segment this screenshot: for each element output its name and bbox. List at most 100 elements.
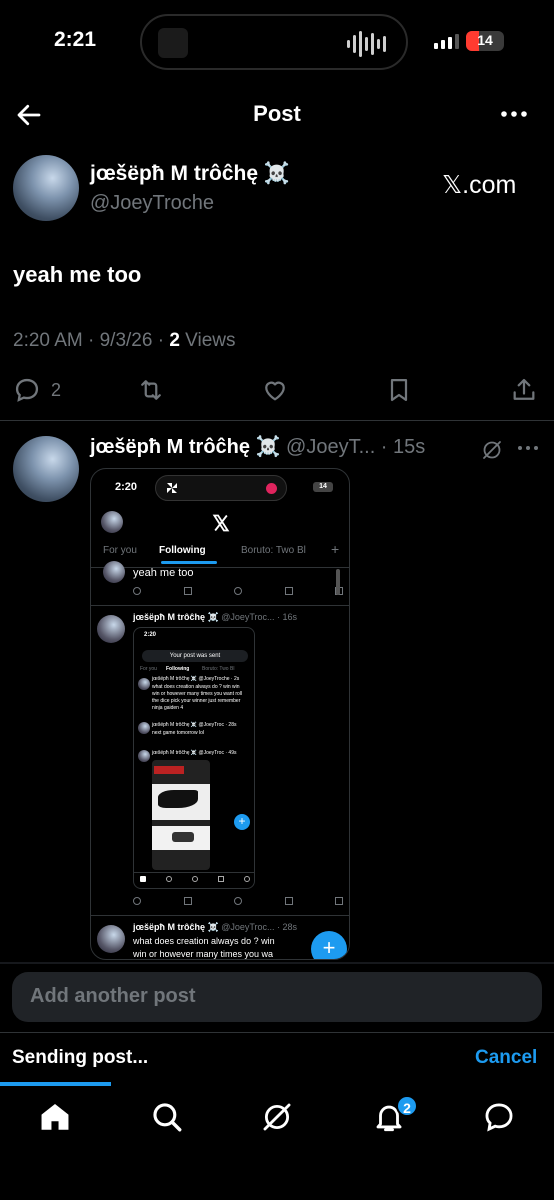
media-tab-add: + xyxy=(331,541,340,557)
like-icon[interactable] xyxy=(260,376,290,404)
nested-tab-1: For you xyxy=(140,666,157,672)
media-row2-avatar xyxy=(97,925,125,953)
reply-header: jœšëpħ M trôĉhę ☠️ @JoeyT... · 15s xyxy=(90,434,425,459)
media-dynamic-island xyxy=(155,475,287,501)
views-count: 2 xyxy=(169,330,180,351)
views-label: Views xyxy=(179,330,236,351)
reply-icon xyxy=(15,378,39,402)
media-row1-name: jœšëpħ M trôĉhę ☠️ xyxy=(133,612,219,622)
nested-divider xyxy=(134,872,254,873)
repost-icon[interactable] xyxy=(136,376,166,404)
nested-video-thumbnail xyxy=(152,760,210,870)
reply-button[interactable]: 2 xyxy=(13,376,61,404)
media-tab-following: Following xyxy=(159,545,206,556)
composer-divider xyxy=(0,962,554,964)
home-icon[interactable] xyxy=(38,1100,72,1134)
cancel-button[interactable]: Cancel xyxy=(475,1047,537,1069)
share-icon[interactable] xyxy=(510,376,538,404)
media-divider xyxy=(91,915,349,916)
author-display-name[interactable]: jœšëpħ M trôĉhę ☠️ xyxy=(90,162,290,186)
media-status-time: 2:20 xyxy=(115,481,138,493)
more-options-icon[interactable] xyxy=(498,104,530,124)
divider xyxy=(0,1032,554,1033)
media-row2-header: jœšëpħ M trôĉhę ☠️ @JoeyTroc... · 28s xyxy=(133,922,297,933)
reply-author-handle[interactable]: @JoeyT... xyxy=(286,436,375,458)
nested-toast: Your post was sent xyxy=(142,650,248,662)
post-metadata: 2:20 AM · 9/3/26 · 2 Views xyxy=(13,330,236,352)
media-quoted-text: yeah me too xyxy=(133,567,194,579)
media-tab-for-you: For you xyxy=(103,545,137,556)
media-divider xyxy=(91,567,349,568)
media-tab-boruto: Boruto: Two Bl xyxy=(241,545,306,556)
media-scrollbar xyxy=(336,569,340,595)
battery-percent: 14 xyxy=(477,32,493,48)
media-row1-avatar xyxy=(97,615,125,643)
divider xyxy=(0,420,554,421)
post-timestamp: 2:20 AM · 9/3/26 · xyxy=(13,330,170,351)
reply-author-name[interactable]: jœšëpħ M trôĉhę ☠️ xyxy=(90,436,280,458)
nested-post1-meta: jœšëpħ M trôĉhę ☠️ @JoeyTroche · 2s xyxy=(152,676,240,682)
grok-icon[interactable] xyxy=(480,438,504,462)
xcom-source-badge[interactable]: 𝕏.com xyxy=(442,170,516,200)
author-handle[interactable]: @JoeyTroche xyxy=(90,192,214,215)
media-thumbnail xyxy=(158,28,188,58)
status-time: 2:21 xyxy=(54,28,97,51)
nested-avatar xyxy=(138,678,150,690)
avatar[interactable] xyxy=(13,155,79,221)
nested-video-banner xyxy=(154,766,184,774)
notifications-badge: 2 xyxy=(396,1095,418,1117)
media-row1-meta: @JoeyTroc... · 16s xyxy=(221,612,298,622)
bookmark-icon[interactable] xyxy=(385,376,413,404)
messages-icon[interactable] xyxy=(482,1100,516,1134)
nested-tab-2: Following xyxy=(166,666,190,672)
media-row1-header: jœšëpħ M trôĉhę ☠️ @JoeyTroc... · 16s xyxy=(133,612,297,623)
reply-age: 15s xyxy=(393,436,426,458)
sending-progress-bar xyxy=(0,1082,111,1086)
audio-waveform-icon xyxy=(347,30,386,58)
media-tab-indicator xyxy=(161,561,217,564)
nested-post1-line: the dice pick your winner just remember xyxy=(152,698,241,704)
reply-separator: · xyxy=(375,436,394,458)
media-row2-meta: @JoeyTroc... · 28s xyxy=(221,922,298,932)
grok-tab-icon[interactable] xyxy=(260,1100,294,1134)
post-media-screenshot[interactable]: 2:20 14 For you Following Boruto: Two Bl… xyxy=(90,468,350,960)
media-compose-fab: + xyxy=(311,931,347,959)
nested-post3-meta: jœšëpħ M trôĉhę ☠️ @JoeyTroc · 49s xyxy=(152,750,237,756)
x-logo-icon xyxy=(212,514,230,532)
nested-post2-meta: jœšëpħ M trôĉhę ☠️ @JoeyTroc · 28s xyxy=(152,722,237,728)
nested-video-shape xyxy=(158,790,198,808)
nested-avatar xyxy=(138,722,150,734)
nested-video-shape xyxy=(172,832,194,842)
nested-compose-fab: + xyxy=(234,814,250,830)
media-row2-text: what does creation always do ? win xyxy=(133,936,275,946)
pinwheel-icon xyxy=(167,483,177,493)
page-title: Post xyxy=(253,101,301,126)
media-action-row xyxy=(133,587,343,597)
cellular-signal-icon xyxy=(434,34,459,49)
reply-avatar[interactable] xyxy=(13,436,79,502)
nested-post2-text: next game tomorrow lol xyxy=(152,730,204,736)
sending-status: Sending post... xyxy=(12,1047,149,1068)
add-post-placeholder: Add another post xyxy=(30,985,196,1007)
nested-post1-line: what does creation always do ? win win xyxy=(152,684,240,690)
add-post-input[interactable]: Add another post xyxy=(12,972,542,1022)
media-battery: 14 xyxy=(313,482,333,492)
nested-time: 2:20 xyxy=(144,632,157,638)
post-text: yeah me too xyxy=(13,262,142,287)
record-indicator xyxy=(266,483,277,494)
nested-tab-3: Boruto: Two Bl xyxy=(202,666,235,672)
nested-tab-bar xyxy=(140,876,250,884)
nested-avatar xyxy=(138,750,150,762)
media-divider xyxy=(91,605,349,606)
nested-post1-line: win or however many times you want roll xyxy=(152,691,243,697)
reply-count: 2 xyxy=(51,379,62,400)
nested-post1-line: ninja gaiden 4 xyxy=(152,705,184,711)
battery-icon: 14 xyxy=(466,31,504,51)
media-quoted-avatar xyxy=(103,561,125,583)
dynamic-island xyxy=(140,14,408,70)
media-action-row xyxy=(133,897,343,907)
reply-more-icon[interactable] xyxy=(516,440,540,456)
search-icon[interactable] xyxy=(150,1100,184,1134)
media-row2-name: jœšëpħ M trôĉhę ☠️ xyxy=(133,922,219,932)
media-avatar xyxy=(101,511,123,533)
